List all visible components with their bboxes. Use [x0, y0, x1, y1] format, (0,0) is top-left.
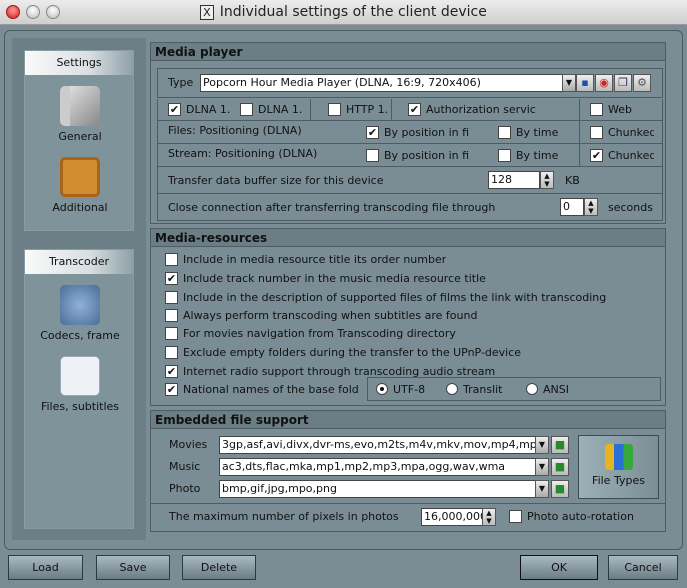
encoding-radio[interactable] — [376, 383, 388, 395]
max-pixels-input[interactable]: 16,000,000 — [421, 508, 483, 526]
file-types-button[interactable]: File Types — [578, 435, 659, 499]
media-resource-checkbox[interactable] — [165, 346, 178, 359]
cancel-button[interactable]: Cancel — [608, 555, 678, 580]
movies-input[interactable]: 3gp,asf,avi,divx,dvr-ms,evo,m2ts,m4v,mkv… — [219, 436, 539, 454]
photo-input[interactable]: bmp,gif,jpg,mpo,png — [219, 480, 539, 498]
settings-panel: Settings General Additional — [24, 50, 134, 231]
stream-positioning-row: Stream: Positioning (DLNA) By position i… — [157, 144, 663, 167]
authorization-checkbox[interactable]: ✔ — [408, 103, 421, 116]
max-pixels-stepper[interactable]: ▲ ▼ — [482, 508, 496, 526]
files-positioning-row: Files: Positioning (DLNA) ✔ By position i… — [157, 121, 663, 144]
encoding-label: Translit — [463, 383, 503, 396]
save-button[interactable]: Save — [96, 555, 170, 580]
media-resource-checkbox[interactable]: ✔ — [165, 365, 178, 378]
media-resource-checkbox[interactable] — [165, 327, 178, 340]
files-by-time-checkbox[interactable] — [498, 126, 511, 139]
sidebar-item-files-subtitles[interactable]: Files, subtitles — [25, 356, 135, 413]
copy-icon[interactable]: ❐ — [614, 74, 632, 92]
window-title: X Individual settings of the client devic… — [0, 4, 687, 20]
files-chunked-checkbox[interactable] — [590, 126, 603, 139]
buffer-row: Transfer data buffer size for this devic… — [157, 167, 663, 194]
blocks-icon[interactable]: ■ — [551, 458, 569, 476]
dlna10-checkbox[interactable]: ✔ — [168, 103, 181, 116]
type-select[interactable]: Popcorn Hour Media Player (DLNA, 16:9, 7… — [200, 74, 572, 92]
chevron-down-icon[interactable]: ▼ — [562, 74, 576, 92]
media-resource-label: Include track number in the music media … — [183, 272, 486, 285]
stream-chunked-checkbox[interactable]: ✔ — [590, 149, 603, 162]
type-label: Type — [168, 76, 194, 89]
chevron-down-icon[interactable]: ▼ — [535, 458, 549, 476]
blocks-icon[interactable]: ■ — [551, 480, 569, 498]
document-gears-icon — [60, 356, 100, 396]
sidebar-item-codecs[interactable]: Codecs, frame — [25, 285, 135, 342]
media-resource-label: For movies navigation from Transcoding d… — [183, 327, 456, 340]
files-by-position-checkbox[interactable]: ✔ — [366, 126, 379, 139]
sidebar-item-general[interactable]: General — [25, 86, 135, 143]
embedded-file-support-group: Embedded file support Movies 3gp,asf,avi… — [150, 410, 666, 532]
gear-icon[interactable]: ⚙ — [633, 74, 651, 92]
media-resource-label: Exclude empty folders during the transfe… — [183, 346, 522, 359]
chevron-down-icon[interactable]: ▼ — [535, 480, 549, 498]
encoding-label: UTF-8 — [393, 383, 426, 396]
encoding-radio-group: UTF-8 Translit ANSI — [367, 377, 661, 401]
lifebuoy-icon[interactable]: ◉ — [595, 74, 613, 92]
close-seconds-input[interactable]: 0 — [560, 198, 584, 216]
encoding-radio[interactable] — [526, 383, 538, 395]
media-resource-checkbox[interactable]: ✔ — [165, 272, 178, 285]
chevron-down-icon[interactable]: ▼ — [535, 436, 549, 454]
media-resources-group: Media-resources Include in media resourc… — [150, 228, 666, 406]
app-icon: X — [200, 5, 214, 20]
embedded-header: Embedded file support — [151, 411, 665, 429]
protocol-row: ✔DLNA 1.0 DLNA 1.5 HTTP 1.0 ✔Authorizati… — [157, 99, 663, 121]
photo-auto-rotation-checkbox[interactable] — [509, 510, 522, 523]
sidebar-item-additional[interactable]: Additional — [25, 157, 135, 214]
save-icon[interactable]: ▪ — [576, 74, 594, 92]
title-bar: X Individual settings of the client devic… — [0, 0, 687, 25]
http10-checkbox[interactable] — [328, 103, 341, 116]
media-player-header: Media player — [151, 43, 665, 61]
media-resource-checkbox[interactable] — [165, 291, 178, 304]
settings-header: Settings — [25, 51, 133, 75]
load-button[interactable]: Load — [8, 555, 83, 580]
general-icon — [60, 86, 100, 126]
close-connection-row: Close connection after transferring tran… — [157, 194, 663, 221]
type-row: Type Popcorn Hour Media Player (DLNA, 16… — [157, 68, 663, 98]
gears-icon — [60, 285, 100, 325]
close-seconds-stepper[interactable]: ▲ ▼ — [584, 198, 598, 216]
delete-button[interactable]: Delete — [182, 555, 256, 580]
media-resources-header: Media-resources — [151, 229, 665, 247]
transcoder-header: Transcoder — [25, 250, 133, 274]
buffer-size-input[interactable]: 128 — [488, 171, 540, 189]
blocks-icon[interactable]: ■ — [551, 436, 569, 454]
media-resource-label: Include in media resource title its orde… — [183, 253, 447, 266]
dlna15-checkbox[interactable] — [240, 103, 253, 116]
media-resource-label: Always perform transcoding when subtitle… — [183, 309, 478, 322]
media-resource-label: National names of the base folders — [183, 383, 359, 396]
media-player-group: Media player Type Popcorn Hour Media Pla… — [150, 42, 666, 224]
buffer-size-stepper[interactable]: ▲ ▼ — [540, 171, 554, 189]
ok-button[interactable]: OK — [520, 555, 598, 580]
encoding-label: ANSI — [543, 383, 569, 396]
encoding-radio[interactable] — [446, 383, 458, 395]
stream-by-time-checkbox[interactable] — [498, 149, 511, 162]
transcoder-panel: Transcoder Codecs, frame Files, subtitle… — [24, 249, 134, 529]
media-resource-label: Include in the description of supported … — [183, 291, 607, 304]
web-checkbox[interactable] — [590, 103, 603, 116]
media-resource-checkbox[interactable]: ✔ — [165, 383, 178, 396]
additional-icon — [60, 157, 100, 197]
media-resource-checkbox[interactable] — [165, 253, 178, 266]
blocks-icon — [604, 444, 633, 470]
media-resource-checkbox[interactable] — [165, 309, 178, 322]
music-input[interactable]: ac3,dts,flac,mka,mp1,mp2,mp3,mpa,ogg,wav… — [219, 458, 539, 476]
stream-by-position-checkbox[interactable] — [366, 149, 379, 162]
